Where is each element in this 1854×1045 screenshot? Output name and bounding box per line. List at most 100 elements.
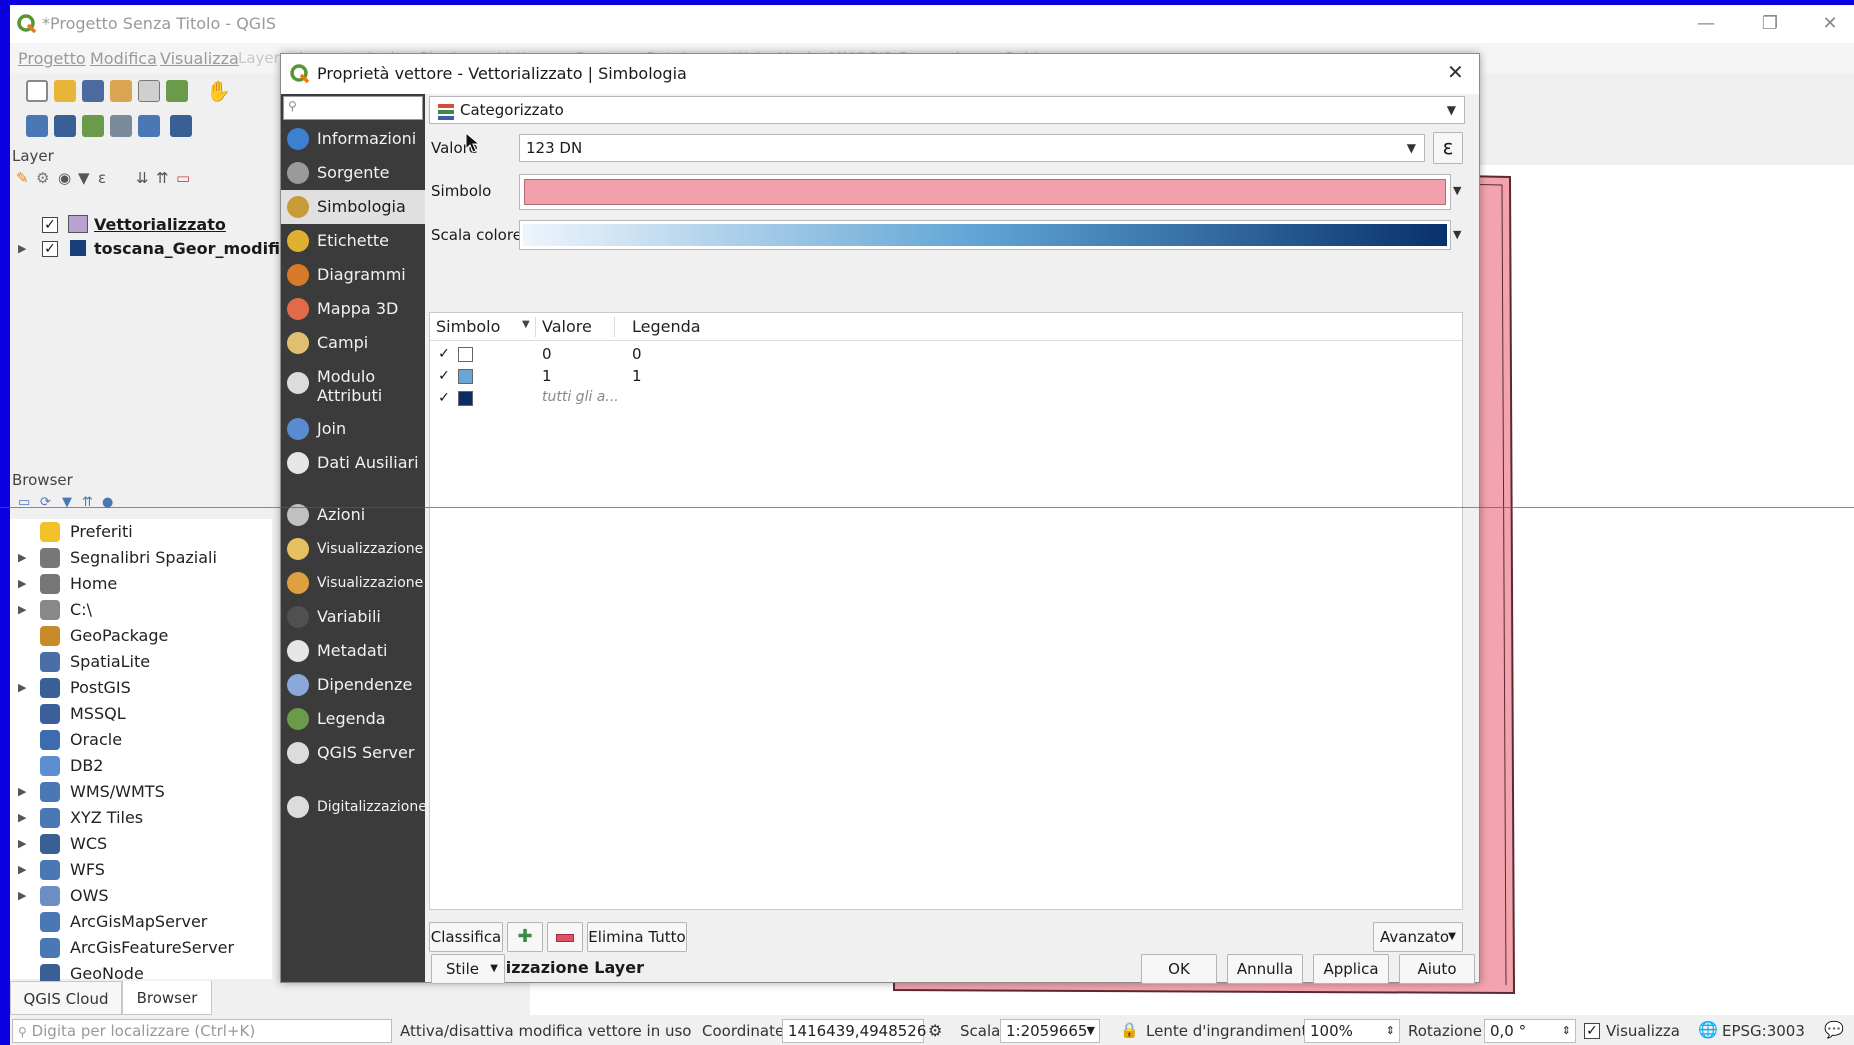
- column-header-legend[interactable]: Legenda: [632, 313, 701, 341]
- menu-progetto[interactable]: Progetto: [18, 49, 86, 68]
- nav-item-join[interactable]: Join: [281, 412, 425, 446]
- minimize-button[interactable]: —: [1686, 11, 1726, 37]
- nav-item-map3d[interactable]: Mappa 3D: [281, 292, 425, 326]
- browser-item[interactable]: ArcGisMapServer: [10, 909, 272, 935]
- tab-qgis-cloud[interactable]: QGIS Cloud: [10, 981, 122, 1015]
- browser-item[interactable]: Oracle: [10, 727, 272, 753]
- browser-item[interactable]: MSSQL: [10, 701, 272, 727]
- close-window-button[interactable]: ✕: [1810, 11, 1850, 37]
- save-project-icon[interactable]: [82, 80, 104, 102]
- category-value[interactable]: 0: [542, 345, 552, 363]
- category-value[interactable]: 1: [542, 367, 552, 385]
- ok-button[interactable]: OK: [1141, 954, 1217, 984]
- nav-item-fields[interactable]: Campi: [281, 326, 425, 360]
- nav-item-actions[interactable]: Azioni: [281, 498, 425, 532]
- table-row[interactable]: ✓ 1 1: [430, 365, 1460, 389]
- nav-item-diagrams[interactable]: Diagrammi: [281, 258, 425, 292]
- show-layers-icon[interactable]: ◉: [58, 169, 71, 187]
- digitize-icon[interactable]: [110, 115, 132, 137]
- browser-item[interactable]: ▶ WCS: [10, 831, 272, 857]
- apply-button[interactable]: Applica: [1313, 954, 1389, 984]
- pan-hand-icon[interactable]: ✋: [206, 79, 231, 103]
- browser-item[interactable]: SpatiaLite: [10, 649, 272, 675]
- category-symbol-swatch[interactable]: [458, 391, 473, 406]
- expand-arrow-icon[interactable]: ▶: [18, 577, 26, 590]
- open-project-icon[interactable]: [54, 80, 76, 102]
- browser-item[interactable]: GeoPackage: [10, 623, 272, 649]
- browser-item[interactable]: GeoNode: [10, 961, 272, 981]
- expand-arrow-icon[interactable]: ▶: [18, 889, 26, 902]
- toggle-extents-icon[interactable]: ⚙: [928, 1021, 942, 1040]
- layer-visibility-checkbox[interactable]: ✓: [42, 241, 58, 257]
- filter-expression-icon[interactable]: ε: [98, 169, 106, 187]
- category-legend[interactable]: 0: [632, 345, 642, 363]
- category-legend[interactable]: 1: [632, 367, 642, 385]
- browser-item[interactable]: ▶ C:\: [10, 597, 272, 623]
- rotation-spinbox[interactable]: 0,0 ° ⇕: [1484, 1019, 1576, 1043]
- tab-browser[interactable]: Browser: [122, 981, 212, 1015]
- color-ramp-button[interactable]: [519, 220, 1451, 250]
- nav-item-digitizing[interactable]: Digitalizzazione: [281, 790, 427, 824]
- add-layer-icon[interactable]: [54, 115, 76, 137]
- column-header-value[interactable]: Valore: [542, 313, 592, 341]
- chevron-down-icon[interactable]: ▼: [1453, 184, 1461, 197]
- nav-item-auxiliary-data[interactable]: Dati Ausiliari: [281, 446, 425, 480]
- add-category-button[interactable]: ✚: [507, 922, 543, 952]
- scale-combo[interactable]: 1:2059665 ▼: [1000, 1019, 1100, 1043]
- nav-item-metadata[interactable]: Metadati: [281, 634, 425, 668]
- add-wms-icon[interactable]: [138, 115, 160, 137]
- layout-manager-icon[interactable]: [138, 80, 160, 102]
- browser-item[interactable]: DB2: [10, 753, 272, 779]
- browser-item[interactable]: ArcGisFeatureServer: [10, 935, 272, 961]
- category-symbol-swatch[interactable]: [458, 369, 473, 384]
- new-print-layout-icon[interactable]: [110, 80, 132, 102]
- layer-name[interactable]: Vettorializzato: [94, 215, 226, 234]
- table-row[interactable]: ✓ tutti gli a...: [430, 387, 1460, 411]
- layer-row-toscana[interactable]: ▶ ✓ toscana_Geor_modifica: [10, 237, 300, 261]
- lock-scale-icon[interactable]: 🔒: [1120, 1021, 1139, 1039]
- expand-arrow-icon[interactable]: ▶: [18, 603, 26, 616]
- data-source-manager-icon[interactable]: [26, 115, 48, 137]
- renderer-combo[interactable]: Categorizzato ▼: [429, 96, 1465, 124]
- nav-item-qgis-server[interactable]: QGIS Server: [281, 736, 425, 770]
- expand-arrow-icon[interactable]: ▶: [18, 681, 26, 694]
- browser-item[interactable]: Preferiti: [10, 519, 272, 545]
- expand-arrow-icon[interactable]: ▶: [18, 242, 26, 255]
- menu-visualizza[interactable]: Visualizza: [160, 49, 239, 68]
- close-icon[interactable]: ✕: [1447, 60, 1464, 84]
- table-row[interactable]: ✓ 0 0: [430, 343, 1460, 367]
- browser-item[interactable]: ▶ OWS: [10, 883, 272, 909]
- nav-item-dependencies[interactable]: Dipendenze: [281, 668, 425, 702]
- nav-search-input[interactable]: ⚲: [283, 96, 423, 120]
- expand-all-icon[interactable]: ⇊: [136, 169, 149, 187]
- category-symbol-swatch[interactable]: [458, 347, 473, 362]
- nav-item-variables[interactable]: Variabili: [281, 600, 425, 634]
- menu-modifica[interactable]: Modifica: [90, 49, 157, 68]
- nav-item-rendering[interactable]: Visualizzazione: [281, 566, 425, 600]
- browser-item[interactable]: ▶ Segnalibri Spaziali: [10, 545, 272, 571]
- value-field-combo[interactable]: 123 DN ▼: [519, 134, 1425, 162]
- category-value[interactable]: tutti gli a...: [542, 389, 619, 405]
- layer-visibility-checkbox[interactable]: ✓: [42, 217, 58, 233]
- column-header-symbol[interactable]: Simbolo: [436, 313, 500, 341]
- browser-item[interactable]: ▶ WMS/WMTS: [10, 779, 272, 805]
- expand-arrow-icon[interactable]: ▶: [18, 863, 26, 876]
- nav-item-attributes-form[interactable]: Modulo Attributi: [281, 360, 425, 408]
- nav-item-display[interactable]: Visualizzazione: [281, 532, 425, 566]
- messages-icon[interactable]: 💬: [1824, 1020, 1844, 1039]
- nav-item-legend[interactable]: Legenda: [281, 702, 425, 736]
- help-button[interactable]: Aiuto: [1399, 954, 1475, 984]
- expression-button[interactable]: ε: [1433, 132, 1463, 164]
- expand-arrow-icon[interactable]: ▶: [18, 785, 26, 798]
- style-layer-icon[interactable]: ✎: [16, 169, 29, 187]
- add-mesh-icon[interactable]: [170, 115, 192, 137]
- nav-item-info[interactable]: Informazioni: [281, 122, 425, 156]
- locator-search-input[interactable]: ⚲ Digita per localizzare (Ctrl+K): [12, 1019, 392, 1043]
- remove-category-button[interactable]: [547, 922, 583, 952]
- browser-item[interactable]: ▶ WFS: [10, 857, 272, 883]
- expand-arrow-icon[interactable]: ▶: [18, 837, 26, 850]
- collapse-all-icon[interactable]: ⇈: [156, 169, 169, 187]
- add-vector-icon[interactable]: [82, 115, 104, 137]
- browser-item[interactable]: ▶ Home: [10, 571, 272, 597]
- style-manager-icon[interactable]: [166, 80, 188, 102]
